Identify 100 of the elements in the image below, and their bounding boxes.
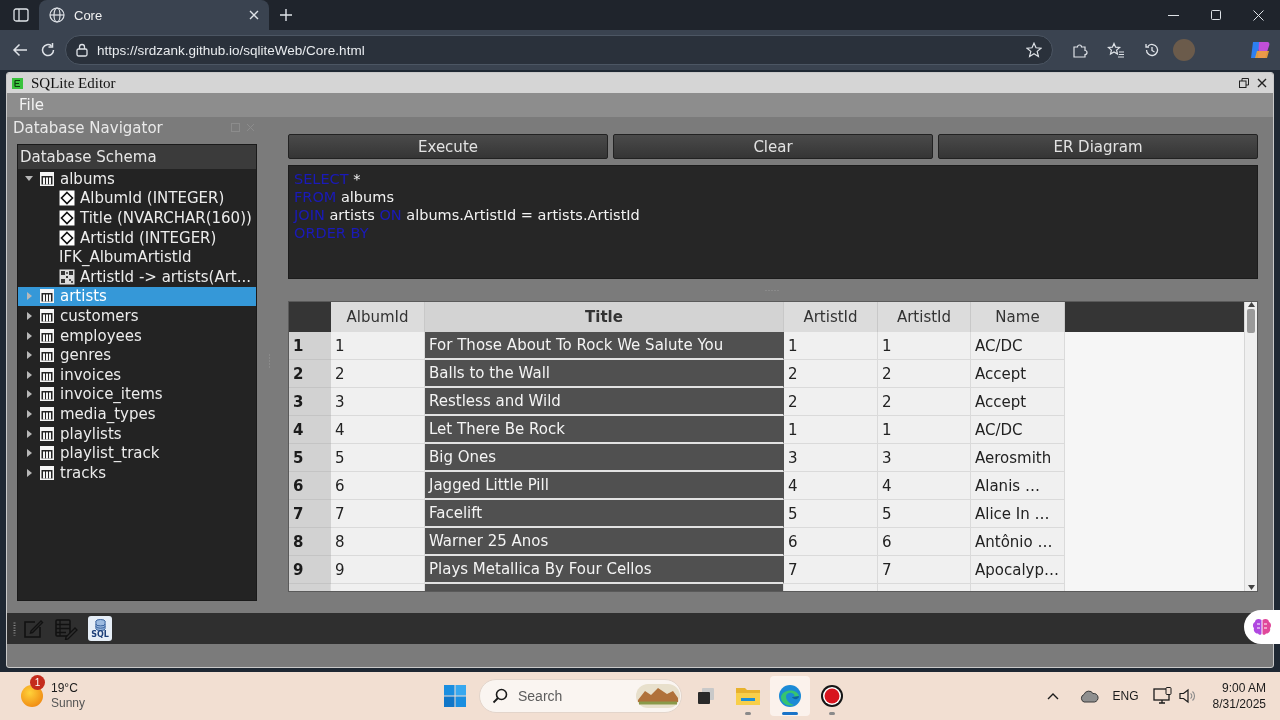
tree-item[interactable]: albums (18, 169, 256, 189)
windows-logo-icon[interactable] (444, 685, 466, 707)
plus-icon[interactable] (279, 8, 293, 22)
grip-icon[interactable] (13, 621, 16, 636)
column-header[interactable]: ArtistId (878, 302, 971, 332)
down-arrow-icon[interactable] (1247, 585, 1255, 590)
scrollbar-thumb[interactable] (1247, 309, 1255, 333)
search-icon (492, 688, 508, 704)
row-header[interactable]: 8 (289, 528, 331, 556)
tree-item[interactable]: playlists (18, 423, 256, 444)
row-header[interactable]: 3 (289, 388, 331, 416)
table-cell: 6 (878, 528, 971, 556)
action-button[interactable]: ER Diagram (938, 134, 1258, 159)
brain-icon (1252, 618, 1272, 636)
table-cell: 7 (331, 500, 425, 528)
tree-item[interactable]: ArtistId (INTEGER) (18, 227, 256, 248)
table-cell: 5 (784, 500, 878, 528)
puzzle-icon[interactable] (1072, 42, 1088, 58)
close-icon[interactable] (1257, 78, 1267, 88)
maximize-icon[interactable] (1211, 10, 1221, 20)
table-cell: 3 (331, 388, 425, 416)
caret-right-icon[interactable] (26, 409, 32, 418)
row-header[interactable]: 2 (289, 360, 331, 388)
caret-right-icon[interactable] (26, 311, 32, 320)
tree-item[interactable]: Title (NVARCHAR(160)) (18, 208, 256, 228)
caret-right-icon[interactable] (26, 468, 32, 477)
favorites-icon[interactable] (1107, 42, 1125, 58)
table-cell: Aerosmith (971, 444, 1065, 472)
table-cell: For Those About To Rock We Salute You (425, 332, 784, 360)
table-cell: Antônio … (971, 528, 1065, 556)
caret-right-icon[interactable] (26, 390, 32, 399)
table-cell: 3 (784, 444, 878, 472)
sql-button[interactable]: SQL (88, 616, 112, 641)
table-cell: 4 (331, 416, 425, 444)
tree-item[interactable]: AlbumId (INTEGER) (18, 188, 256, 209)
cloud-icon[interactable] (1078, 689, 1099, 703)
chevron-up-icon[interactable] (1046, 692, 1059, 700)
tree-item[interactable]: invoices (18, 364, 256, 385)
table-cell: 8 (331, 528, 425, 556)
row-header[interactable]: 7 (289, 500, 331, 528)
tree-item[interactable]: customers (18, 306, 256, 326)
refresh-icon[interactable] (40, 42, 56, 58)
copilot-icon[interactable] (1249, 39, 1271, 61)
row-header[interactable]: 5 (289, 444, 331, 472)
table-cell: Alanis … (971, 472, 1065, 500)
vertical-scrollbar[interactable] (1244, 302, 1257, 591)
column-header[interactable]: Title (425, 302, 784, 332)
star-icon[interactable] (1026, 42, 1042, 58)
tree-item[interactable]: invoice_items (18, 384, 256, 405)
monitor-icon[interactable] (1152, 687, 1173, 705)
sun-icon[interactable] (20, 684, 44, 708)
temperature-text: 19°C (51, 681, 79, 696)
history-icon[interactable] (1144, 42, 1160, 58)
panel-title: Database Navigator (13, 118, 164, 137)
row-header[interactable]: 9 (289, 556, 331, 584)
table-cell: 1 (878, 416, 971, 444)
tree-item[interactable]: employees (18, 325, 256, 346)
tree-item[interactable]: media_types (18, 404, 256, 424)
table-icon (39, 366, 55, 383)
copilot-button[interactable] (1244, 610, 1280, 644)
caret-right-icon[interactable] (26, 429, 32, 438)
tree-item[interactable]: genres (18, 345, 256, 365)
browser-tab[interactable]: Core (39, 0, 269, 30)
tree-item[interactable]: IFK_AlbumArtistId (18, 247, 256, 267)
tree-item[interactable]: playlist_track (18, 443, 256, 463)
table-cell: Let There Be Rock (425, 416, 784, 444)
caret-right-icon[interactable] (26, 351, 32, 360)
action-button[interactable]: Clear (613, 134, 933, 159)
caret-right-icon[interactable] (26, 331, 32, 340)
table-cell: 2 (784, 360, 878, 388)
action-button[interactable]: Execute (288, 134, 608, 159)
table-cell: AC/DC (971, 416, 1065, 444)
back-icon[interactable] (12, 42, 28, 58)
caret-down-icon[interactable] (25, 176, 33, 182)
row-header[interactable]: 6 (289, 472, 331, 500)
table-cell: 1 (784, 416, 878, 444)
column-header[interactable]: Name (971, 302, 1065, 332)
table-icon (39, 445, 55, 462)
row-header[interactable]: 1 (289, 332, 331, 360)
table-cell: 3 (878, 444, 971, 472)
query-editor[interactable]: SELECT * FROM albums JOIN artists ON albums.ArtistId = artists.ArtistId ORDER BY (288, 165, 1258, 279)
table-icon (39, 170, 55, 187)
column-header[interactable]: AlbumId (331, 302, 425, 332)
grid-icon (59, 268, 75, 285)
search-field[interactable]: Search (479, 679, 682, 713)
speaker-icon[interactable] (1178, 688, 1197, 704)
table-cell: 1 (784, 332, 878, 360)
caret-right-icon[interactable] (26, 449, 32, 458)
up-arrow-icon[interactable] (1247, 302, 1255, 307)
sidebar-icon[interactable] (13, 7, 29, 23)
language-indicator[interactable]: ENG (1112, 689, 1139, 703)
restore-icon[interactable] (1239, 78, 1249, 88)
row-header[interactable]: 4 (289, 416, 331, 444)
column-header[interactable]: ArtistId (784, 302, 878, 332)
clock[interactable]: 9:00 AM 8/31/2025 (1212, 680, 1266, 712)
address-field[interactable]: https://srdzank.github.io/sqliteWeb/Core.html (65, 35, 1053, 65)
tree-item[interactable]: ArtistId -> artists(Art... (18, 266, 256, 287)
tree-item[interactable]: tracks (18, 462, 256, 483)
caret-right-icon[interactable] (26, 370, 32, 379)
column-icon (59, 210, 75, 226)
